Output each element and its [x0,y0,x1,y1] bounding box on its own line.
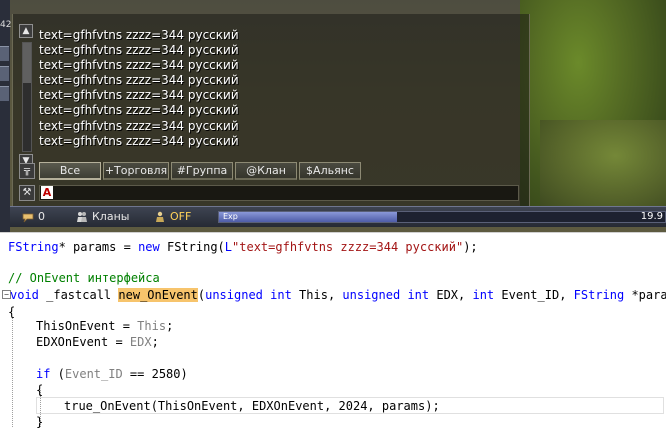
chat-filter-icon[interactable]: ╦ [19,163,35,179]
chat-message: text=gfhfvtns zzzz=344 русский [39,58,239,73]
scroll-up-arrow-icon[interactable]: ▲ [19,24,33,38]
code-line: true_OnEvent(ThisOnEvent, EDXOnEvent, 20… [64,399,440,413]
off-label: OFF [170,210,192,223]
code-line: { [8,305,16,319]
code-comment: // OnEvent интерфейса [8,271,160,285]
status-count-value: 0 [38,210,45,223]
tab-trade[interactable]: +Торговля [103,162,169,180]
tab-party[interactable]: #Группа [171,162,233,180]
chat-messages: text=gfhfvtns zzzz=344 русский text=gfhf… [39,28,239,149]
status-bar: 0 Кланы OFF Exp 19.9 [10,206,666,227]
game-viewport: 42 ▲ ▼ text=gfhfvtns zzzz=344 русский te… [0,0,666,232]
status-count[interactable]: 0 [22,209,45,225]
people-icon [77,212,87,222]
off-toggle[interactable]: OFF [154,209,191,225]
chat-input-row: ⚒ A [19,184,523,202]
left-strip-number: 42 [0,20,12,30]
code-line: EDXOnEvent = EDX; [36,335,159,349]
code-line: if (Event_ID == 2580) [36,367,188,381]
left-strip-button[interactable] [0,46,9,61]
chat-message: text=gfhfvtns zzzz=344 русский [39,73,239,88]
left-window-edge: 42 [0,0,12,232]
code-line: FString* params = new FString(L"text=gfh… [8,240,478,254]
code-line: { [36,383,44,397]
left-strip-button[interactable] [0,86,9,101]
scroll-thumb[interactable] [23,43,31,83]
code-line: } [36,415,44,429]
exp-label: Exp [223,212,238,221]
tab-all[interactable]: Все [39,162,101,180]
function-name-highlight: new_OnEvent [118,288,198,302]
chat-message: text=gfhfvtns zzzz=344 русский [39,28,239,42]
exp-bar-fill [219,212,397,222]
divider [0,232,666,233]
chat-message: text=gfhfvtns zzzz=344 русский [39,88,239,103]
clans-label: Кланы [92,210,130,223]
chat-settings-icon[interactable]: ⚒ [19,185,35,201]
code-line: void _fastcall new_OnEvent(unsigned int … [10,288,666,302]
chat-message: text=gfhfvtns zzzz=344 русский [39,118,239,133]
indent-guide [12,318,13,427]
chat-message: text=gfhfvtns zzzz=344 русский [39,103,239,118]
chat-scrollbar[interactable]: ▲ ▼ [19,24,33,169]
code-line: ThisOnEvent = This; [36,319,174,333]
left-strip-button[interactable] [0,66,9,81]
chat-window: ▲ ▼ text=gfhfvtns zzzz=344 русский text=… [12,14,530,211]
exp-value: 19.9 [640,211,663,222]
exp-bar: Exp 19.9 [218,211,666,223]
code-editor[interactable]: − FString* params = new FString(L"text=g… [0,234,666,429]
group-icon [156,211,164,222]
tab-alliance[interactable]: $Альянс [299,162,361,180]
scroll-track[interactable] [22,42,32,152]
chat-message: text=gfhfvtns zzzz=344 русский [39,43,239,58]
clans-button[interactable]: Кланы [76,209,129,225]
game-terrain-patch [540,120,666,210]
tab-clan[interactable]: @Клан [235,162,297,180]
chat-message: text=gfhfvtns zzzz=344 русский [39,133,239,148]
chat-input[interactable] [39,185,519,201]
language-indicator-icon[interactable]: A [41,186,53,199]
chat-bubble-icon [22,213,34,223]
